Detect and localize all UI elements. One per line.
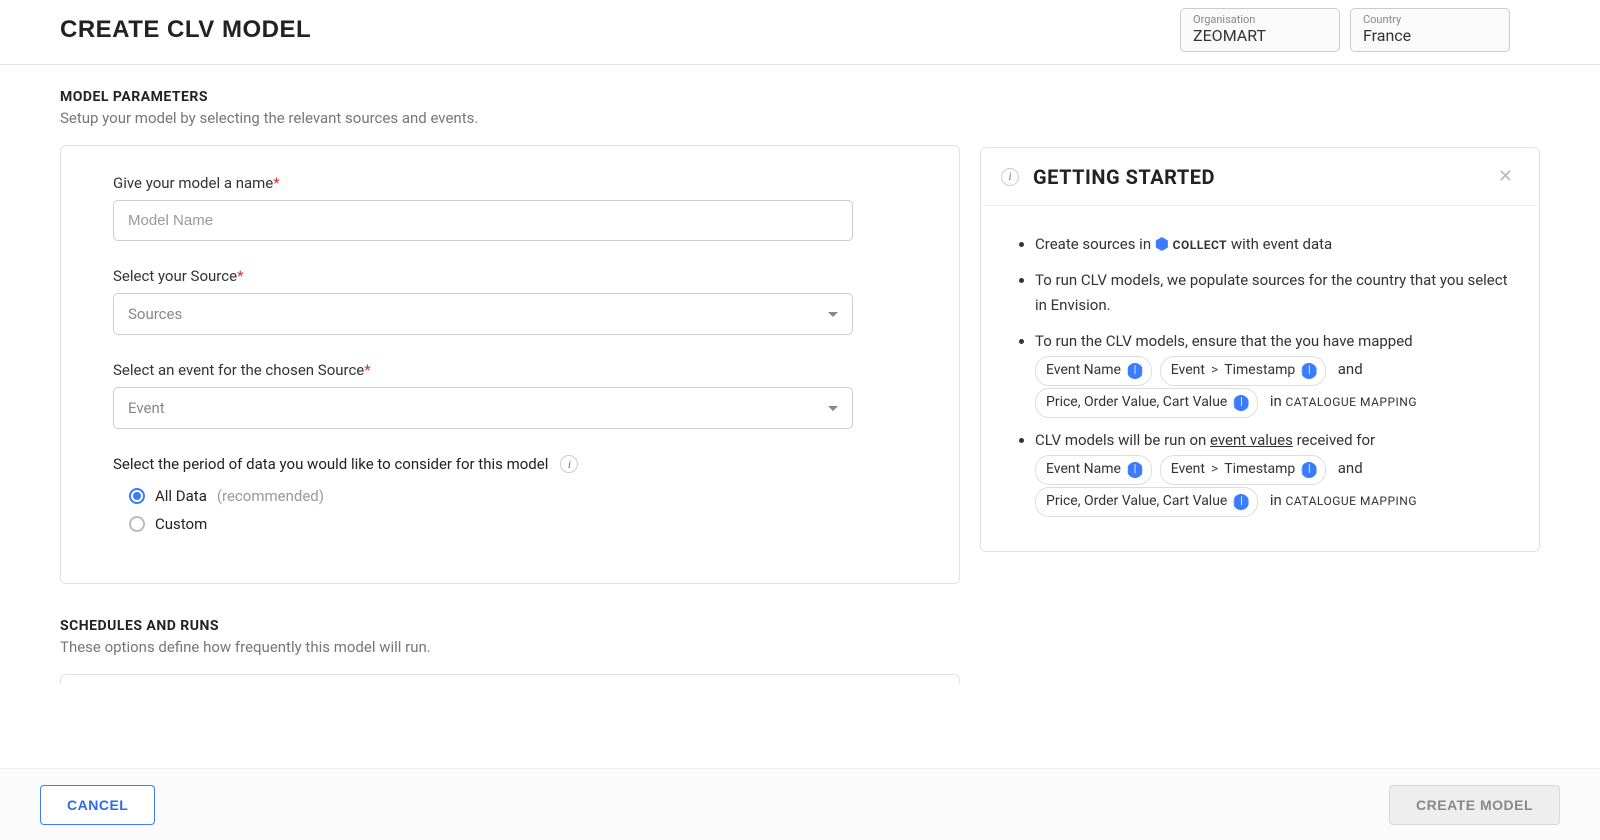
catalogue-mapping-text: CATALOGUE MAPPING: [1285, 494, 1417, 508]
column-icon: ❘❘❘: [1301, 462, 1317, 478]
in-text: in: [1270, 392, 1282, 410]
in-text: in: [1270, 491, 1282, 509]
column-icon: ❘❘❘: [1233, 395, 1249, 411]
pill-text: Price, Order Value, Cart Value: [1046, 490, 1227, 514]
chevron-down-icon: [828, 312, 838, 317]
params-card: Give your model a name* Select your Sour…: [60, 145, 960, 584]
close-icon[interactable]: ✕: [1492, 164, 1519, 189]
period-all-rec: (recommended): [217, 487, 324, 505]
source-select[interactable]: Sources: [113, 293, 853, 335]
params-heading: MODEL PARAMETERS: [60, 89, 960, 105]
pill-text: Event: [1171, 359, 1205, 383]
gs3-lead: To run the CLV models, ensure that the y…: [1035, 332, 1413, 350]
period-all-label: All Data: [155, 487, 207, 505]
event-label-text: Select an event for the chosen Source: [113, 361, 364, 379]
period-radio-all[interactable]: All Data (recommended): [129, 487, 907, 505]
country-selector-value: France: [1363, 26, 1497, 45]
pill-event-timestamp: Event > Timestamp ❘❘❘: [1160, 356, 1327, 386]
panel-body: Create sources in COLLECT with event dat…: [981, 206, 1539, 551]
column-icon: ❘❘❘: [1301, 363, 1317, 379]
gs-item-3: To run the CLV models, ensure that the y…: [1035, 329, 1515, 418]
required-marker: *: [237, 267, 243, 285]
gs1-b: COLLECT: [1173, 238, 1227, 252]
and-text: and: [1338, 459, 1363, 477]
schedule-heading: SCHEDULES AND RUNS: [60, 618, 960, 634]
gs-item-1: Create sources in COLLECT with event dat…: [1035, 232, 1515, 258]
chevron-down-icon: [828, 406, 838, 411]
panel-header: i GETTING STARTED ✕: [981, 148, 1539, 206]
page-header: CREATE CLV MODEL Organisation ZEOMART Co…: [0, 0, 1600, 65]
source-placeholder: Sources: [128, 305, 182, 323]
event-values-link[interactable]: event values: [1210, 431, 1293, 449]
pill-event-timestamp: Event > Timestamp ❘❘❘: [1160, 455, 1327, 485]
gs-item-2: To run CLV models, we populate sources f…: [1035, 268, 1515, 319]
source-label-text: Select your Source: [113, 267, 237, 285]
right-column: i GETTING STARTED ✕ Create sources in CO…: [980, 89, 1540, 773]
gs4-a: CLV models will be run on: [1035, 431, 1206, 449]
period-custom-label: Custom: [155, 515, 207, 533]
pill-text: Event Name: [1046, 359, 1121, 383]
event-placeholder: Event: [128, 399, 165, 417]
schedule-sub: These options define how frequently this…: [60, 638, 960, 656]
column-icon: ❘❘❘: [1233, 494, 1249, 510]
gs-item-4: CLV models will be run on event values r…: [1035, 428, 1515, 517]
pill-event-name: Event Name ❘❘❘: [1035, 455, 1152, 485]
event-select[interactable]: Event: [113, 387, 853, 429]
org-selector-label: Organisation: [1193, 13, 1327, 26]
country-selector[interactable]: Country France: [1350, 8, 1510, 52]
pill-price: Price, Order Value, Cart Value ❘❘❘: [1035, 388, 1258, 418]
collect-icon: [1155, 237, 1169, 251]
main: MODEL PARAMETERS Setup your model by sel…: [0, 65, 1600, 773]
event-label: Select an event for the chosen Source*: [113, 361, 907, 379]
pill-text: Timestamp: [1224, 359, 1295, 383]
source-label: Select your Source*: [113, 267, 907, 285]
radio-on-icon: [129, 488, 145, 504]
footer: CANCEL CREATE MODEL: [0, 768, 1600, 840]
gs4-c: received for: [1297, 431, 1376, 449]
gs1-a: Create sources in: [1035, 235, 1151, 253]
and-text: and: [1338, 360, 1363, 378]
pill-text: Price, Order Value, Cart Value: [1046, 391, 1227, 415]
pill-price: Price, Order Value, Cart Value ❘❘❘: [1035, 487, 1258, 517]
column-icon: ❘❘❘: [1127, 462, 1143, 478]
params-sub: Setup your model by selecting the releva…: [60, 109, 960, 127]
gs1-c: with event data: [1231, 235, 1332, 253]
model-name-label: Give your model a name*: [113, 174, 907, 192]
pill-event-name: Event Name ❘❘❘: [1035, 356, 1152, 386]
chevron-right-icon: >: [1211, 359, 1218, 383]
org-selector[interactable]: Organisation ZEOMART: [1180, 8, 1340, 52]
create-model-button[interactable]: CREATE MODEL: [1389, 785, 1560, 825]
schedule-card-top: [60, 674, 960, 684]
country-selector-label: Country: [1363, 13, 1497, 26]
required-marker: *: [273, 174, 279, 192]
page-title: CREATE CLV MODEL: [60, 16, 311, 44]
period-label: Select the period of data you would like…: [113, 455, 548, 473]
column-icon: ❘❘❘: [1127, 363, 1143, 379]
period-radio-custom[interactable]: Custom: [129, 515, 907, 533]
period-label-row: Select the period of data you would like…: [113, 455, 907, 473]
panel-title: GETTING STARTED: [1033, 165, 1215, 189]
pill-text: Timestamp: [1224, 458, 1295, 482]
getting-started-panel: i GETTING STARTED ✕ Create sources in CO…: [980, 147, 1540, 552]
header-right: Organisation ZEOMART Country France: [1180, 8, 1510, 52]
left-column: MODEL PARAMETERS Setup your model by sel…: [60, 89, 960, 773]
chevron-right-icon: >: [1211, 458, 1218, 482]
info-icon[interactable]: i: [560, 455, 578, 473]
catalogue-mapping-text: CATALOGUE MAPPING: [1285, 395, 1417, 409]
model-name-input[interactable]: [113, 200, 853, 241]
required-marker: *: [364, 361, 370, 379]
info-icon: i: [1001, 168, 1019, 186]
org-selector-value: ZEOMART: [1193, 26, 1327, 45]
cancel-button[interactable]: CANCEL: [40, 785, 155, 825]
model-name-label-text: Give your model a name: [113, 174, 273, 192]
pill-text: Event: [1171, 458, 1205, 482]
pill-text: Event Name: [1046, 458, 1121, 482]
radio-off-icon: [129, 516, 145, 532]
